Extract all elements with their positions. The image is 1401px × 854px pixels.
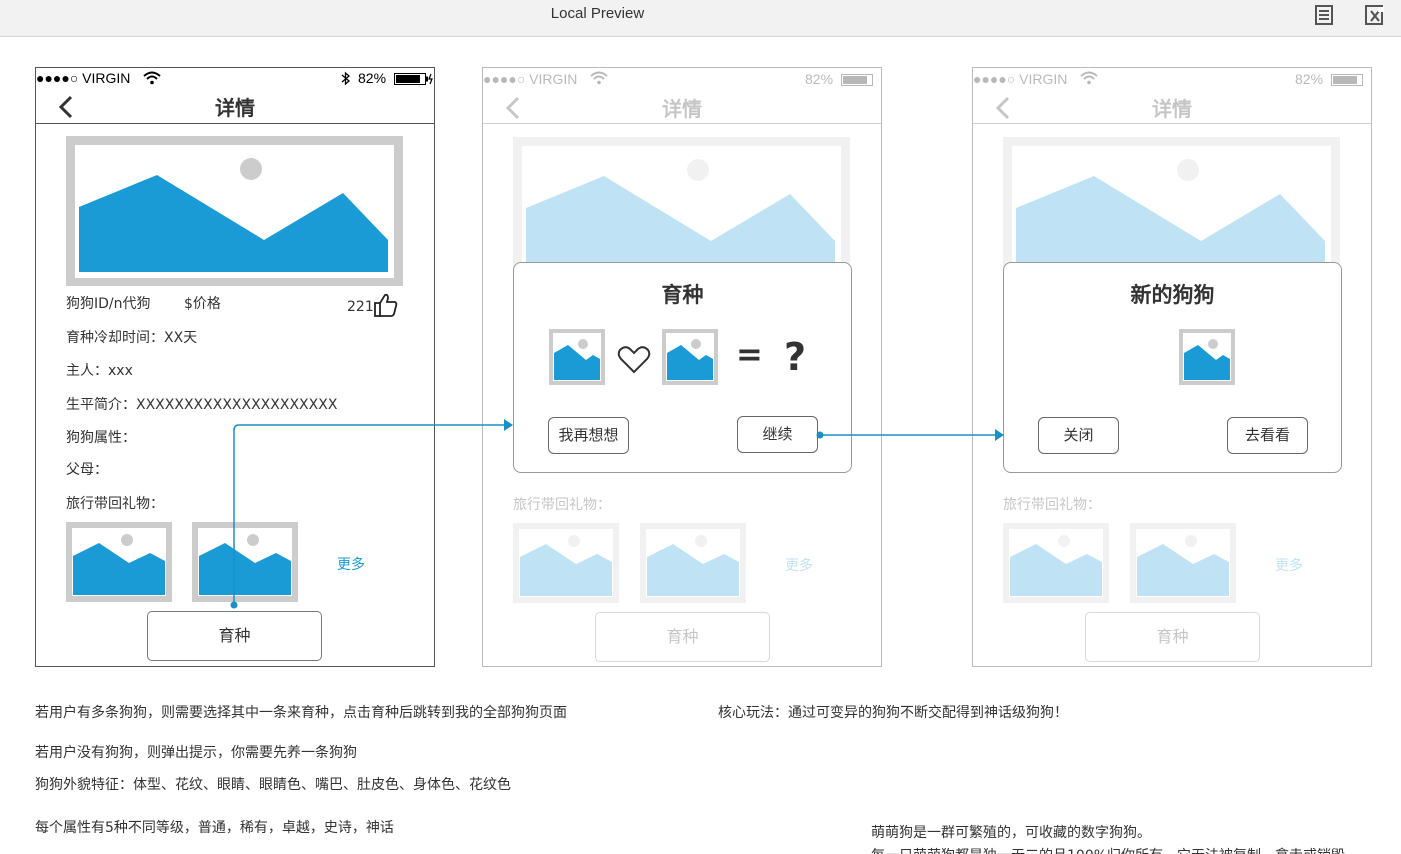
nav-bar: 详情 (973, 90, 1371, 124)
wifi-icon (590, 71, 608, 85)
image-icon (554, 339, 600, 380)
status-bar: ●●●●○ VIRGIN 82% (483, 68, 881, 90)
image-icon (73, 534, 165, 595)
page-title: 详情 (662, 97, 702, 121)
gift-thumbnail (1003, 523, 1109, 603)
new-dog-dialog: 新的狗狗 关闭 去看看 (1003, 262, 1342, 473)
image-icon (1016, 159, 1325, 273)
dialog-title: 新的狗狗 (1130, 283, 1215, 307)
window-title: Local Preview (550, 5, 645, 22)
more-link[interactable]: 更多 (337, 554, 365, 574)
like-count: 221 (347, 299, 374, 315)
phone-detail-screen: ●●●●○ VIRGIN 82% 详情 狗狗ID/n代狗 $价格 221 育种冷… (35, 67, 435, 667)
question-mark: ? (784, 335, 807, 379)
heart-icon (617, 346, 651, 374)
close-button[interactable]: 关闭 (1038, 417, 1119, 454)
note-text: 每个属性有5种不同等级，普通，稀有，卓越，史诗，神话 (35, 820, 394, 836)
document-icon[interactable] (1313, 4, 1335, 26)
note-text: 若用户没有狗狗，则弹出提示，你需要先养一条狗狗 (35, 745, 357, 761)
status-bar: ●●●●○ VIRGIN 82% (973, 68, 1371, 90)
gift-thumbnail[interactable] (192, 522, 298, 602)
note-text: 若用户有多条狗狗，则需要选择其中一条来育种，点击育种后跳转到我的全部狗狗页面 (35, 705, 567, 721)
wifi-icon (1080, 71, 1098, 85)
note-text: 狗狗外貌特征：体型、花纹、眼睛、眼睛色、嘴巴、肚皮色、身体色、花纹色 (35, 777, 511, 793)
battery-percent: 82% (805, 71, 834, 87)
dialog-title: 育种 (661, 283, 704, 307)
image-icon (1137, 535, 1229, 596)
gift-thumbnail (1130, 523, 1236, 603)
carrier-text: ●●●●○ VIRGIN (973, 71, 1068, 87)
gift-thumbnail[interactable] (66, 522, 172, 602)
equals-sign: = (736, 335, 763, 373)
page-title: 详情 (215, 96, 255, 120)
image-icon (647, 535, 739, 596)
nav-bar: 详情 (483, 90, 881, 124)
note-text: 萌萌狗是一群可繁殖的，可收藏的数字狗狗。 (871, 825, 1151, 841)
more-link: 更多 (785, 558, 813, 574)
bio-label: 生平简介：XXXXXXXXXXXXXXXXXXXXX (66, 397, 338, 413)
dog-id-label: 狗狗ID/n代狗 (66, 296, 151, 312)
battery-percent: 82% (358, 70, 387, 86)
continue-button[interactable]: 继续 (737, 416, 818, 453)
bluetooth-icon (341, 71, 350, 86)
cancel-button[interactable]: 我再想想 (548, 417, 629, 454)
carrier-text: ●●●●○ VIRGIN (483, 71, 578, 87)
carrier-text: ●●●●○ VIRGIN (36, 70, 131, 86)
dog-image-placeholder (66, 136, 403, 286)
battery-icon (841, 74, 873, 86)
image-icon (667, 339, 713, 380)
price-label: $价格 (184, 296, 221, 312)
cooldown-label: 育种冷却时间：XX天 (66, 330, 198, 346)
more-link: 更多 (1275, 558, 1303, 574)
thumbs-up-icon[interactable] (373, 292, 399, 318)
gift-thumbnail (513, 523, 619, 603)
gifts-label: 旅行带回礼物： (66, 496, 164, 512)
parents-label: 父母： (66, 462, 108, 478)
wifi-icon (143, 71, 161, 85)
note-text: 核心玩法：通过可变异的狗狗不断交配得到神话级狗狗！ (718, 705, 1068, 721)
view-dog-button[interactable]: 去看看 (1227, 417, 1308, 454)
gifts-label: 旅行带回礼物： (513, 497, 611, 513)
battery-percent: 82% (1295, 71, 1324, 87)
image-icon (526, 159, 835, 273)
breed-button: 育种 (595, 612, 770, 662)
gift-thumbnail (640, 523, 746, 603)
parent-dog-image[interactable] (662, 329, 718, 385)
image-icon (199, 534, 291, 595)
parent-dog-image[interactable] (549, 329, 605, 385)
nav-bar: 详情 (36, 90, 434, 124)
page-title: 详情 (1152, 97, 1192, 121)
breed-dialog: 育种 = ? 我再想想 继续 (513, 262, 852, 473)
image-icon (1184, 339, 1230, 380)
image-icon (79, 158, 388, 272)
gifts-label: 旅行带回礼物： (1003, 497, 1101, 513)
new-dog-image[interactable] (1179, 329, 1235, 385)
battery-icon (394, 73, 433, 85)
note-text: 每一只萌萌狗都是独一无二的且100%归你所有，它无法被复制、拿走或销毁 (871, 845, 1391, 854)
note-block: 萌萌狗是一群可繁殖的，可收藏的数字狗狗。 每一只萌萌狗都是独一无二的且100%归… (871, 822, 1391, 854)
image-icon (520, 535, 612, 596)
breed-button[interactable]: 育种 (147, 611, 322, 661)
status-bar: ●●●●○ VIRGIN 82% (36, 68, 434, 90)
breed-button: 育种 (1085, 612, 1260, 662)
image-icon (1010, 535, 1102, 596)
attributes-label: 狗狗属性： (66, 430, 136, 446)
battery-icon (1331, 74, 1363, 86)
owner-label: 主人：xxx (66, 363, 133, 379)
close-preview-icon[interactable] (1364, 4, 1386, 26)
